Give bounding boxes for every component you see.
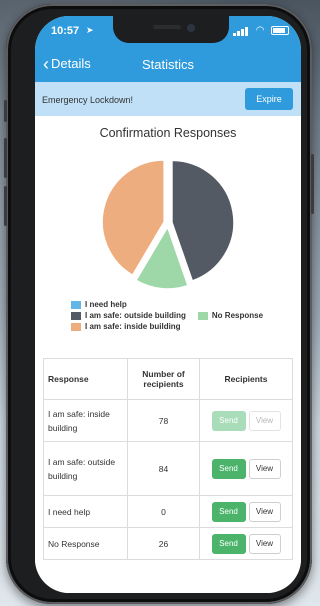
send-button[interactable]: Send	[211, 458, 246, 479]
response-label: I am safe: outside building	[43, 441, 128, 496]
legend-row: I am safe: outside building No Response	[71, 310, 263, 321]
recipients-actions: Send View	[199, 441, 293, 496]
table-row: I need help 0 Send View	[43, 495, 293, 528]
alert-title: Emergency Lockdown!	[42, 95, 134, 105]
statistics-content: Confirmation Responses I need help I am …	[35, 116, 301, 593]
phone-frame: 10:57 ➤ ◠ ‹ Details Statistics Emergency …	[4, 4, 314, 604]
recipient-count: 0	[127, 495, 200, 528]
battery-icon	[271, 26, 289, 36]
view-button[interactable]: View	[248, 410, 281, 431]
recipients-actions: Send View	[199, 399, 293, 442]
legend-row: I am safe: inside building	[71, 321, 263, 332]
response-label: I need help	[43, 495, 128, 528]
expire-button[interactable]: Expire	[245, 88, 293, 110]
chart-legend: I need help I am safe: outside building N…	[71, 299, 263, 332]
power-button	[311, 154, 314, 214]
legend-row: I need help	[71, 299, 263, 310]
volume-up-button	[4, 138, 7, 178]
view-button[interactable]: View	[248, 501, 281, 522]
response-label: No Response	[43, 527, 128, 560]
notch	[113, 16, 229, 43]
wifi-icon: ◠	[255, 25, 265, 37]
status-icons: ◠	[233, 25, 289, 36]
table-row: I am safe: outside building 84 Send View	[43, 441, 293, 496]
responses-table: Response Number of recipients Recipients…	[43, 358, 293, 560]
legend-swatch-i-need-help	[71, 300, 81, 309]
send-button[interactable]: Send	[211, 501, 246, 522]
front-camera	[187, 24, 195, 32]
table-row: I am safe: inside building 78 Send View	[43, 399, 293, 442]
responses-table-container: Response Number of recipients Recipients…	[43, 358, 293, 560]
recipient-count: 26	[127, 527, 200, 560]
location-arrow-icon: ➤	[86, 25, 94, 35]
header-response: Response	[43, 358, 128, 400]
signal-icon	[233, 26, 249, 36]
pie-chart	[101, 159, 235, 290]
legend-swatch-outside-building	[71, 311, 81, 320]
volume-down-button	[4, 186, 7, 226]
recipient-count: 78	[127, 399, 200, 442]
recipients-actions: Send View	[199, 527, 293, 560]
response-label: I am safe: inside building	[43, 399, 128, 442]
page-title: Statistics	[141, 57, 194, 72]
legend-swatch-inside-building	[71, 322, 81, 331]
legend-item-inside-building: I am safe: inside building	[85, 322, 181, 332]
phone-screen: 10:57 ➤ ◠ ‹ Details Statistics Emergency …	[35, 16, 301, 593]
recipient-count: 84	[127, 441, 200, 496]
header-number-of-recipients: Number of recipients	[127, 358, 200, 400]
table-row: No Response 26 Send View	[43, 527, 293, 560]
view-button[interactable]: View	[248, 533, 281, 554]
status-time: 10:57	[51, 25, 80, 37]
send-button[interactable]: Send	[211, 410, 246, 431]
speaker	[153, 25, 181, 29]
header-recipients: Recipients	[199, 358, 293, 400]
mute-switch	[4, 100, 7, 122]
legend-item-outside-building: I am safe: outside building	[85, 311, 186, 321]
legend-swatch-no-response	[197, 311, 208, 320]
alert-banner: Emergency Lockdown! Expire	[35, 82, 301, 116]
pie-slice-i-am-safe-outside-building	[171, 159, 235, 282]
legend-item-no-response: No Response	[211, 311, 264, 321]
legend-item-i-need-help: I need help	[85, 300, 127, 310]
send-button[interactable]: Send	[211, 533, 246, 554]
recipients-actions: Send View	[199, 495, 293, 528]
view-button[interactable]: View	[248, 458, 281, 479]
table-header-row: Response Number of recipients Recipients	[43, 358, 293, 400]
